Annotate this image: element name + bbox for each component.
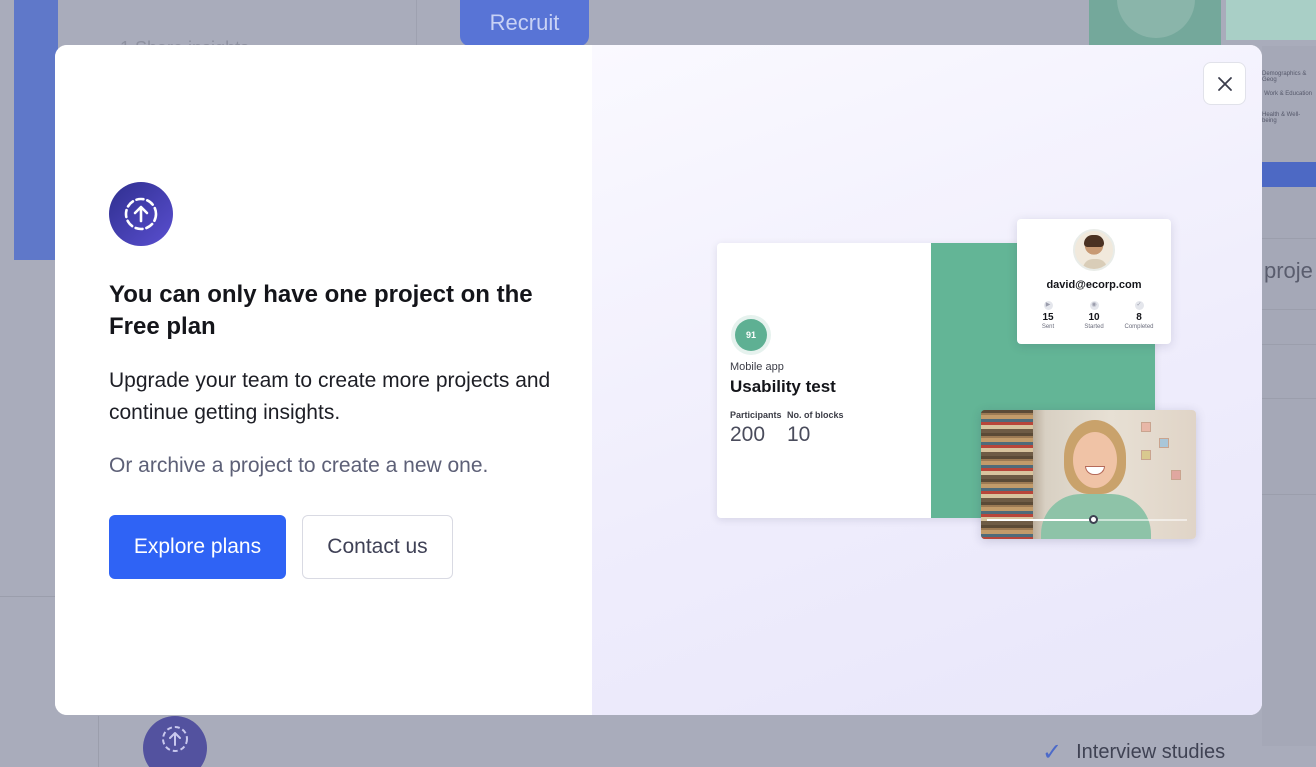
participants-value: 200 xyxy=(730,423,766,446)
video-wall-frame xyxy=(1141,422,1151,432)
check-icon: ✓ xyxy=(1134,301,1144,310)
video-person-face xyxy=(1073,432,1117,488)
blocks-value: 10 xyxy=(787,423,811,446)
user-email: david@ecorp.com xyxy=(1046,279,1142,291)
bg-thumbnail-card xyxy=(1226,0,1316,40)
video-wall-frame xyxy=(1141,450,1151,460)
upgrade-badge xyxy=(109,182,173,246)
upload-circle-icon xyxy=(124,197,158,231)
bg-thumbnail xyxy=(1089,0,1221,46)
score-value: 91 xyxy=(735,319,767,351)
modal-subtext: Or archive a project to create a new one… xyxy=(109,454,489,477)
user-card: david@ecorp.com ▶ 15 Sent ◉ 10 Started ✓… xyxy=(1017,219,1171,344)
bg-divider xyxy=(1262,238,1316,239)
modal-content: You can only have one project on the Fre… xyxy=(55,45,592,715)
bg-divider xyxy=(1262,309,1316,310)
close-button[interactable] xyxy=(1203,62,1246,105)
video-scrubber-progress xyxy=(987,519,1093,521)
study-title: Usability test xyxy=(730,377,836,396)
user-stat-value: 8 xyxy=(1136,312,1142,323)
user-stat-label: Completed xyxy=(1124,324,1154,330)
bg-side-bar xyxy=(1262,162,1316,187)
bg-sidebar-stripe xyxy=(14,0,58,260)
video-scrubber-handle[interactable] xyxy=(1089,515,1098,524)
modal-illustration: 91 Mobile app Usability test Participant… xyxy=(592,45,1262,715)
contact-us-button[interactable]: Contact us xyxy=(302,515,453,579)
bg-side-line: Work & Education xyxy=(1264,91,1312,97)
bg-upload-badge xyxy=(143,716,207,767)
upgrade-modal: You can only have one project on the Fre… xyxy=(55,45,1262,715)
bg-interview-label: Interview studies xyxy=(1076,741,1226,763)
check-icon: ✓ xyxy=(1042,739,1063,766)
bg-divider xyxy=(1262,494,1316,495)
play-icon: ▶ xyxy=(1043,301,1053,310)
bg-divider xyxy=(1262,398,1316,399)
video-preview xyxy=(981,410,1196,539)
user-stat-value: 15 xyxy=(1042,312,1054,323)
bg-divider xyxy=(0,596,55,597)
user-stat-label: Started xyxy=(1084,324,1104,330)
eye-icon: ◉ xyxy=(1089,301,1099,310)
bg-side-panel: Demographics & Geog Work & Education Hea… xyxy=(1262,46,1316,746)
bg-divider xyxy=(416,0,417,46)
bg-side-heading: proje xyxy=(1264,258,1313,283)
bg-recruit-button: Recruit xyxy=(460,0,589,46)
bg-divider xyxy=(1262,344,1316,345)
bg-side-line: Demographics & Geog xyxy=(1262,71,1307,83)
video-wall-frame xyxy=(1171,470,1181,480)
user-stat-label: Sent xyxy=(1041,324,1055,330)
study-category: Mobile app xyxy=(730,361,784,373)
video-wall-frame xyxy=(1159,438,1169,448)
user-stat-value: 10 xyxy=(1088,312,1100,323)
user-stat: ▶ 15 Sent xyxy=(1028,301,1068,330)
modal-body: Upgrade your team to create more project… xyxy=(109,369,551,424)
bg-interview-item: ✓ Interview studies xyxy=(1042,738,1225,767)
explore-plans-button[interactable]: Explore plans xyxy=(109,515,286,579)
score-badge: 91 xyxy=(731,315,771,355)
user-stat: ✓ 8 Completed xyxy=(1119,301,1159,330)
participants-label: Participants xyxy=(730,410,782,420)
bg-side-line: Health & Well-being xyxy=(1262,112,1301,124)
upload-circle-icon xyxy=(162,726,188,752)
avatar xyxy=(1073,229,1115,271)
blocks-label: No. of blocks xyxy=(787,410,844,420)
close-icon xyxy=(1217,76,1232,91)
user-stat: ◉ 10 Started xyxy=(1074,301,1114,330)
modal-title: You can only have one project on the Fre… xyxy=(109,281,533,340)
bg-divider xyxy=(98,716,99,767)
